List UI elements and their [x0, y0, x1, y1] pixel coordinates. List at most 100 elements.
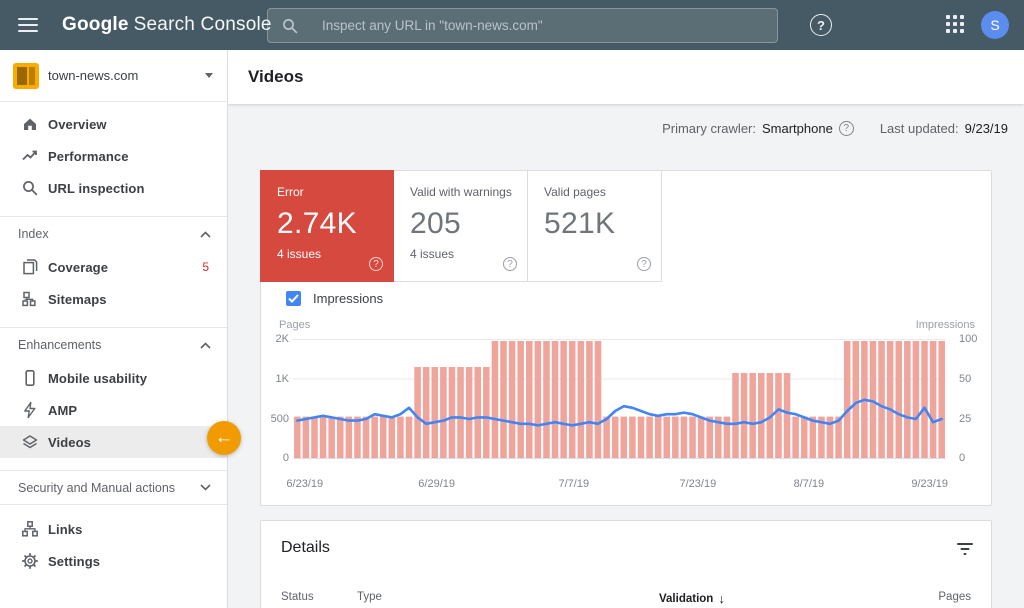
report-card: Error 2.74K 4 issues Valid with warnings…: [260, 170, 992, 506]
links-tree-icon: [21, 520, 39, 538]
column-validation-label: Validation: [659, 593, 713, 605]
y-tick: 25: [959, 413, 971, 425]
chevron-down-icon: [200, 484, 211, 491]
logo-search-console: Search Console: [134, 14, 272, 35]
column-validation-sort[interactable]: Validation: [659, 591, 725, 606]
card-label: Valid pages: [544, 185, 661, 199]
gear-icon: [21, 552, 39, 570]
logo-google: Google: [62, 14, 129, 35]
nav-block-enhancements: Mobile usability AMP Videos: [0, 362, 227, 471]
gsc-videos-page: GoogleSearch Console ? S town-news.com O…: [0, 0, 1024, 608]
page-header: Videos: [228, 50, 1024, 104]
property-icon: [13, 63, 39, 89]
section-header-security[interactable]: Security and Manual actions: [0, 471, 227, 505]
search-input[interactable]: [298, 18, 777, 33]
videos-layers-icon: [21, 433, 39, 451]
help-icon[interactable]: [637, 257, 651, 271]
property-selector[interactable]: town-news.com: [0, 50, 227, 102]
chevron-down-icon: [205, 73, 213, 78]
pages-impressions-chart: [293, 339, 946, 459]
sidebar-item-coverage[interactable]: Coverage 5: [0, 251, 227, 283]
magnifier-icon: [21, 179, 39, 197]
help-icon[interactable]: [369, 257, 383, 271]
last-updated-label: Last updated:: [880, 121, 959, 136]
error-card[interactable]: Error 2.74K 4 issues: [260, 170, 394, 282]
apps-grid-icon[interactable]: [946, 15, 966, 35]
crawler-info-row: Primary crawler: Smartphone Last updated…: [228, 104, 1024, 152]
sidebar-item-label: AMP: [48, 403, 77, 418]
details-table-header: Status Type Validation Pages: [261, 591, 991, 608]
section-label: Enhancements: [18, 338, 101, 352]
valid-pages-card[interactable]: Valid pages 521K: [528, 170, 662, 282]
help-icon[interactable]: ?: [810, 14, 832, 36]
help-icon[interactable]: [839, 121, 854, 136]
section-header-index[interactable]: Index: [0, 217, 227, 251]
section-label: Index: [18, 227, 49, 241]
x-tick-label: 7/7/19: [558, 478, 589, 490]
impressions-toggle[interactable]: Impressions: [286, 291, 383, 306]
sort-desc-icon: [718, 591, 725, 606]
sidebar-item-label: URL inspection: [48, 181, 145, 196]
main-content: Videos Primary crawler: Smartphone Last …: [228, 50, 1024, 608]
section-header-enhancements[interactable]: Enhancements: [0, 328, 227, 362]
sidebar-item-links[interactable]: Links: [0, 513, 227, 545]
sidebar-item-label: Performance: [48, 149, 129, 164]
y-tick: 0: [959, 452, 965, 464]
details-title: Details: [281, 539, 330, 557]
sidebar-item-url-inspection[interactable]: URL inspection: [0, 172, 227, 204]
sidebar-item-label: Coverage: [48, 260, 108, 275]
nav-block-bottom: Links Settings: [0, 505, 227, 589]
home-icon: [21, 115, 39, 133]
last-updated-value: 9/23/19: [965, 121, 1008, 136]
chevron-up-icon: [200, 231, 211, 238]
sidebar-item-overview[interactable]: Overview: [0, 108, 227, 140]
collapse-sidebar-button[interactable]: ←: [207, 421, 241, 455]
mobile-icon: [21, 369, 39, 387]
x-tick-label: 8/7/19: [794, 478, 825, 490]
sidebar-item-settings[interactable]: Settings: [0, 545, 227, 577]
valid-with-warnings-card[interactable]: Valid with warnings 205 4 issues: [394, 170, 528, 282]
column-type: Type: [357, 591, 382, 603]
left-arrow-icon: ←: [215, 427, 234, 449]
sidebar-item-amp[interactable]: AMP: [0, 394, 227, 426]
avatar[interactable]: S: [981, 11, 1009, 39]
nav-block-top: Overview Performance URL inspection: [0, 102, 227, 217]
property-name: town-news.com: [48, 68, 138, 83]
column-pages: Pages: [938, 591, 971, 603]
left-axis-title: Pages: [279, 319, 310, 331]
primary-crawler-label: Primary crawler:: [662, 121, 756, 136]
card-label: Error: [277, 185, 393, 199]
top-app-bar: GoogleSearch Console ? S: [0, 0, 1024, 50]
coverage-icon: [21, 258, 39, 276]
section-label: Security and Manual actions: [18, 481, 175, 495]
x-tick-label: 6/29/19: [418, 478, 455, 490]
sidebar-item-label: Settings: [48, 554, 100, 569]
page-title: Videos: [248, 67, 303, 87]
url-inspect-searchbox[interactable]: [267, 8, 778, 43]
sidebar-item-label: Sitemaps: [48, 292, 107, 307]
sidebar-item-mobile-usability[interactable]: Mobile usability: [0, 362, 227, 394]
x-tick-label: 7/23/19: [680, 478, 717, 490]
sidebar-item-performance[interactable]: Performance: [0, 140, 227, 172]
sidebar-item-label: Videos: [48, 435, 91, 450]
y-tick: 1K: [261, 373, 289, 385]
sidebar-item-videos[interactable]: Videos: [0, 426, 227, 458]
right-axis-title: Impressions: [916, 319, 975, 331]
sidebar-item-label: Overview: [48, 117, 107, 132]
performance-icon: [21, 147, 39, 165]
card-value: 521K: [544, 207, 661, 241]
filter-icon[interactable]: [957, 543, 973, 555]
checkbox-label: Impressions: [313, 291, 383, 306]
y-tick: 50: [959, 373, 971, 385]
card-value: 205: [410, 207, 527, 241]
primary-crawler-value: Smartphone: [762, 121, 833, 136]
search-icon: [282, 18, 298, 34]
help-icon[interactable]: [503, 257, 517, 271]
column-status: Status: [281, 591, 314, 603]
chevron-up-icon: [200, 342, 211, 349]
amp-bolt-icon: [21, 401, 39, 419]
x-axis-labels: 6/23/196/29/197/7/197/23/198/7/199/23/19: [293, 478, 946, 492]
menu-icon[interactable]: [18, 18, 38, 32]
card-value: 2.74K: [277, 207, 393, 241]
sidebar-item-sitemaps[interactable]: Sitemaps: [0, 283, 227, 315]
